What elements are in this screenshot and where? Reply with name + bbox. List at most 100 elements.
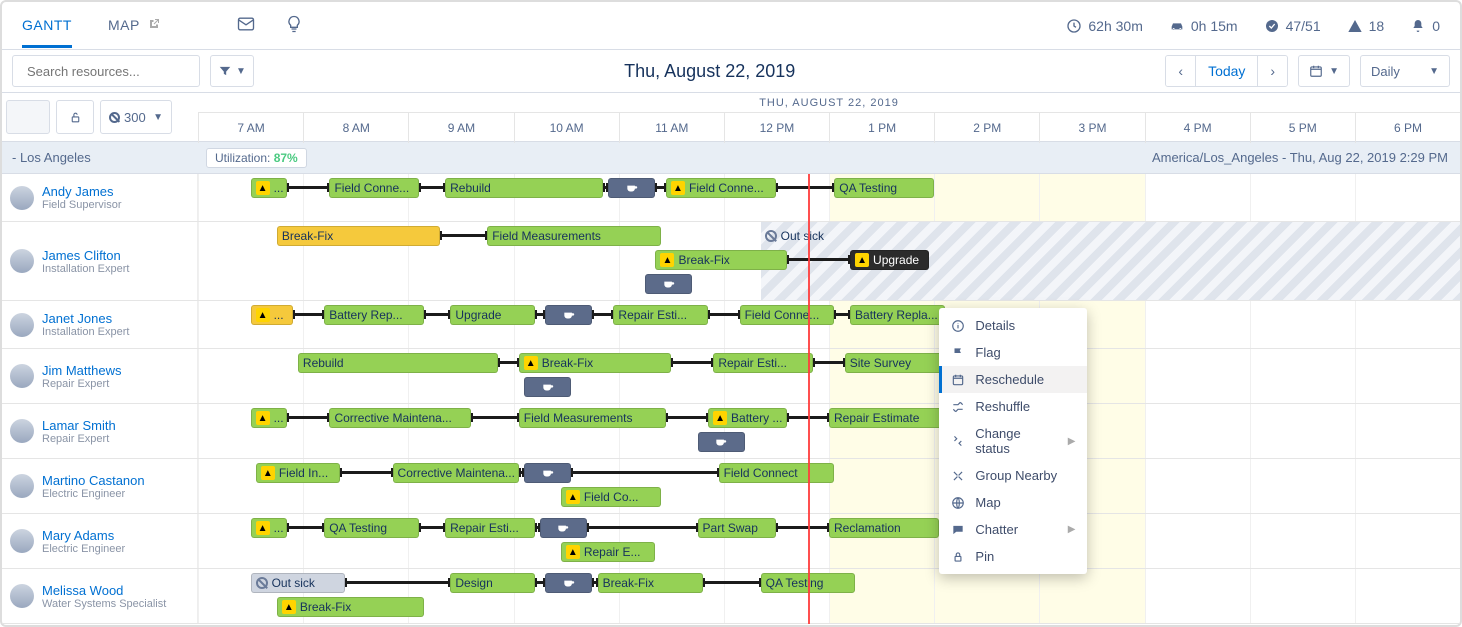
resource-cell[interactable]: Mary AdamsElectric Engineer	[2, 514, 198, 568]
resource-cell[interactable]: Jim MatthewsRepair Expert	[2, 349, 198, 403]
break-slot[interactable]	[545, 305, 592, 325]
appointment[interactable]: ▲Break-Fix	[277, 597, 424, 617]
lane[interactable]: Break-FixField MeasurementsOut sick▲Brea…	[198, 222, 1460, 300]
appointment[interactable]: Rebuild	[298, 353, 498, 373]
zoom-select[interactable]: 300 ▼	[100, 100, 172, 134]
appointment[interactable]: Corrective Maintena...	[329, 408, 471, 428]
lightbulb-icon[interactable]	[284, 14, 304, 37]
date-next-button[interactable]: ›	[1257, 56, 1287, 86]
appointment[interactable]: Repair Esti...	[445, 518, 534, 538]
context-menu-item[interactable]: Reschedule	[939, 366, 1087, 393]
appointment[interactable]: Upgrade	[450, 305, 534, 325]
lane[interactable]: ▲Field In... Corrective Maintena... Field …	[198, 459, 1460, 513]
break-slot[interactable]	[645, 274, 692, 294]
today-button[interactable]: Today	[1195, 56, 1257, 86]
appointment[interactable]: ▲...	[251, 178, 288, 198]
resource-cell[interactable]: Melissa WoodWater Systems Specialist	[2, 569, 198, 623]
context-menu-item[interactable]: Change status▶	[939, 420, 1087, 462]
resource-cell[interactable]: Lamar SmithRepair Expert	[2, 404, 198, 458]
context-menu-item[interactable]: Reshuffle	[939, 393, 1087, 420]
appointment[interactable]: Part Swap	[698, 518, 777, 538]
appointment[interactable]: Break-Fix	[598, 573, 703, 593]
context-menu-item[interactable]: Pin	[939, 543, 1087, 570]
context-menu-item[interactable]: Map	[939, 489, 1087, 516]
travel-segment	[776, 186, 834, 189]
resource-cell[interactable]: Martino CastanonElectric Engineer	[2, 459, 198, 513]
break-slot[interactable]	[524, 463, 571, 483]
appointment[interactable]: ▲...	[251, 408, 288, 428]
appointment[interactable]: Out sick	[251, 573, 346, 593]
lane[interactable]: ▲... QA Testing Repair Esti... Part Swap Rec…	[198, 514, 1460, 568]
appointment[interactable]: Site Survey	[845, 353, 945, 373]
appointment[interactable]: ▲Field Co...	[561, 487, 661, 507]
resource-cell[interactable]: Janet JonesInstallation Expert	[2, 301, 198, 348]
break-slot[interactable]	[524, 377, 571, 397]
hour-label: 6 PM	[1355, 113, 1460, 143]
tab-map-label: MAP	[108, 17, 140, 33]
break-slot[interactable]	[545, 573, 592, 593]
travel-segment	[535, 526, 540, 529]
appointment[interactable]: Repair Esti...	[713, 353, 813, 373]
context-menu-item[interactable]: Chatter▶	[939, 516, 1087, 543]
appointment[interactable]: Reclamation	[829, 518, 939, 538]
appointment[interactable]: ▲Upgrade	[850, 250, 929, 270]
lane[interactable]: ▲... Corrective Maintena... Field Measurem…	[198, 404, 1460, 458]
appointment[interactable]: ▲Field Conne...	[666, 178, 776, 198]
break-slot[interactable]	[698, 432, 745, 452]
appointment[interactable]: QA Testing	[834, 178, 934, 198]
appointment[interactable]: Design	[450, 573, 534, 593]
appointment[interactable]: Field Conne...	[329, 178, 418, 198]
appointment[interactable]: Break-Fix	[277, 226, 440, 246]
appointment[interactable]: QA Testing	[761, 573, 856, 593]
appointment[interactable]: Corrective Maintena...	[393, 463, 519, 483]
mail-icon[interactable]	[236, 14, 256, 37]
date-prev-button[interactable]: ‹	[1166, 56, 1195, 86]
resource-name: Martino Castanon	[42, 473, 145, 488]
break-slot[interactable]	[608, 178, 655, 198]
appointment[interactable]: Repair Estimate	[829, 408, 945, 428]
appointment[interactable]: Rebuild	[445, 178, 603, 198]
context-menu-item[interactable]: Group Nearby	[939, 462, 1087, 489]
lane[interactable]: ▲... Battery Rep... Upgrade Repair Esti... F…	[198, 301, 1460, 348]
calendar-menu[interactable]: ▼	[1298, 55, 1350, 87]
lock-button[interactable]	[56, 100, 94, 134]
appointment[interactable]: ▲Field In...	[256, 463, 340, 483]
filter-button[interactable]: ▼	[210, 55, 254, 87]
appointment[interactable]: Field Conne...	[740, 305, 835, 325]
tab-map[interactable]: MAP	[108, 3, 160, 48]
tab-gantt[interactable]: GANTT	[22, 3, 72, 48]
resource-role: Field Supervisor	[42, 199, 121, 211]
appointment[interactable]: QA Testing	[324, 518, 419, 538]
resource-row: Jim MatthewsRepair Expert Rebuild ▲Break-F…	[2, 349, 1460, 404]
appointment[interactable]: ▲Repair E...	[561, 542, 656, 562]
search-input[interactable]	[27, 64, 203, 79]
appointment[interactable]: ▲Battery ...	[708, 408, 787, 428]
resource-cell[interactable]: James CliftonInstallation Expert	[2, 222, 198, 300]
lane[interactable]: ▲... Field Conne... Rebuild ▲Field Conne...…	[198, 174, 1460, 221]
lane[interactable]: Rebuild ▲Break-Fix Repair Esti... Site Surv…	[198, 349, 1460, 403]
appointment-label: Corrective Maintena...	[398, 466, 515, 480]
warning-triangle-icon	[1347, 18, 1363, 34]
region-toggle[interactable]: - Los Angeles	[2, 150, 198, 165]
search-resources[interactable]	[12, 55, 200, 87]
appointment[interactable]: Battery Repla...	[850, 305, 945, 325]
ban-icon	[256, 577, 268, 589]
appointment[interactable]: Field Connect	[719, 463, 835, 483]
appointment[interactable]: Field Measurements	[519, 408, 666, 428]
toolbar: ▼ Thu, August 22, 2019 ‹ Today › ▼ Daily…	[2, 50, 1460, 92]
break-slot[interactable]	[540, 518, 587, 538]
appointment[interactable]: ▲...	[251, 518, 288, 538]
resource-cell[interactable]: Andy JamesField Supervisor	[2, 174, 198, 221]
appointment[interactable]: ▲Break-Fix	[655, 250, 786, 270]
view-mode-select[interactable]: Daily ▼	[1360, 55, 1450, 87]
appointment[interactable]: Battery Rep...	[324, 305, 424, 325]
appointment[interactable]: ▲...	[251, 305, 293, 325]
appointment[interactable]: Field Measurements	[487, 226, 661, 246]
appointment[interactable]: ▲Break-Fix	[519, 353, 671, 373]
ban-small-icon	[109, 112, 120, 123]
lane[interactable]: Out sick Design Break-Fix QA Testing ▲Break-…	[198, 569, 1460, 623]
context-menu-item[interactable]: Flag	[939, 339, 1087, 366]
appointment[interactable]: Repair Esti...	[613, 305, 708, 325]
context-menu-item[interactable]: Details	[939, 312, 1087, 339]
appointment-label: Repair Estimate	[834, 411, 919, 425]
